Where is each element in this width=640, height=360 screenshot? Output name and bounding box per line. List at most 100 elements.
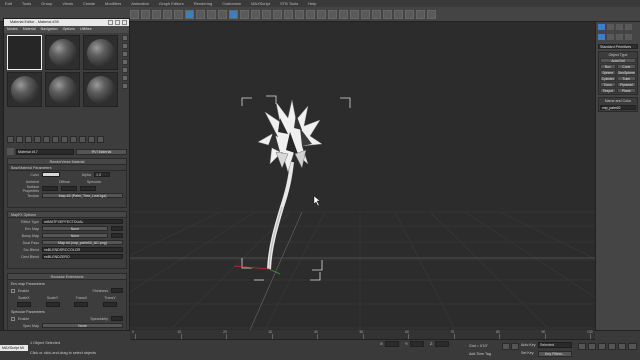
- put-to-library-icon[interactable]: [52, 136, 59, 143]
- perspective-viewport[interactable]: [130, 22, 595, 330]
- color-swatch[interactable]: [42, 172, 60, 177]
- make-preview-icon[interactable]: [122, 75, 128, 81]
- sample-slot[interactable]: [45, 72, 80, 107]
- scalex-value[interactable]: [16, 302, 31, 307]
- material-id-icon[interactable]: [61, 136, 68, 143]
- go-to-parent-icon[interactable]: [88, 136, 95, 143]
- show-map-icon[interactable]: [70, 136, 77, 143]
- transx-value[interactable]: [74, 302, 89, 307]
- menu-tools[interactable]: Tools: [17, 0, 36, 7]
- align-icon[interactable]: [350, 9, 359, 19]
- sample-slot[interactable]: [45, 35, 80, 70]
- bind-icon[interactable]: [174, 9, 183, 19]
- link-icon[interactable]: [152, 9, 161, 19]
- alpha-value[interactable]: 1.0: [94, 172, 110, 177]
- dual-pass-map-button[interactable]: Map #4 (vnp_palm02_AC.png): [42, 240, 123, 245]
- go-to-start-icon[interactable]: [578, 343, 586, 350]
- key-mode-icon[interactable]: [502, 343, 510, 350]
- name-and-color-header[interactable]: Name and Color: [600, 99, 636, 104]
- cone-button[interactable]: Cone: [616, 64, 636, 69]
- x-coord-field[interactable]: [385, 341, 399, 347]
- bump-map-button[interactable]: None: [42, 233, 108, 238]
- hierarchy-tab-icon[interactable]: [616, 24, 623, 30]
- material-editor-icon[interactable]: [394, 9, 403, 19]
- box-button[interactable]: Box: [600, 64, 616, 69]
- menu-animation[interactable]: Animation: [126, 0, 154, 7]
- modify-tab-icon[interactable]: [607, 24, 614, 30]
- named-sel-icon[interactable]: [328, 9, 337, 19]
- enable-checkbox[interactable]: [11, 288, 15, 293]
- dest-blend-dropdown[interactable]: rwBLENDZERO: [42, 254, 123, 259]
- go-forward-icon[interactable]: [97, 136, 104, 143]
- geosphere-button[interactable]: GeoSphere: [616, 70, 636, 75]
- set-key-icon[interactable]: [511, 343, 519, 350]
- background-icon[interactable]: [122, 51, 128, 57]
- minimize-icon[interactable]: [108, 20, 113, 25]
- set-key-button[interactable]: Set Key: [521, 351, 534, 355]
- uv-tiling-icon[interactable]: [122, 59, 128, 65]
- move-icon[interactable]: [229, 9, 238, 19]
- next-frame-icon[interactable]: [608, 343, 616, 350]
- menu-graph-editors[interactable]: Graph Editors: [154, 0, 189, 7]
- select-icon[interactable]: [185, 9, 194, 19]
- previous-frame-icon[interactable]: [588, 343, 596, 350]
- unlink-icon[interactable]: [163, 9, 172, 19]
- texture-map-button[interactable]: Map #2 (Palm_Tree_Leaf.tga): [42, 193, 123, 198]
- backlight-icon[interactable]: [122, 43, 128, 49]
- close-icon[interactable]: [122, 20, 127, 25]
- pyramid-button[interactable]: Pyramid: [616, 82, 636, 87]
- cameras-icon[interactable]: [625, 34, 632, 40]
- schematic-icon[interactable]: [383, 9, 392, 19]
- effect-dropdown[interactable]: mtMATFXEFFECTDUAL: [42, 219, 123, 224]
- specularity-value[interactable]: [111, 316, 123, 321]
- menu-stb-tools[interactable]: STB Tools: [275, 0, 303, 7]
- maxscript-listener[interactable]: MAXScript Mi: [0, 345, 28, 351]
- menu-material[interactable]: Material: [23, 26, 36, 33]
- put-to-scene-icon[interactable]: [16, 136, 23, 143]
- cylinder-button[interactable]: Cylinder: [600, 76, 616, 81]
- motion-tab-icon[interactable]: [625, 24, 632, 30]
- add-time-tag[interactable]: Add Time Tag: [469, 352, 491, 356]
- env-map-amount[interactable]: [111, 226, 123, 231]
- menu-help[interactable]: Help: [303, 0, 321, 7]
- rotate-icon[interactable]: [240, 9, 249, 19]
- sample-slot-active[interactable]: [7, 35, 42, 70]
- material-name-field[interactable]: Material #17: [16, 148, 74, 155]
- ref-coord-icon[interactable]: [262, 9, 271, 19]
- rect-select-icon[interactable]: [207, 9, 216, 19]
- render-icon[interactable]: [427, 9, 436, 19]
- video-check-icon[interactable]: [122, 67, 128, 73]
- select-by-name-icon[interactable]: [196, 9, 205, 19]
- menu-maxscript[interactable]: MAXScript: [246, 0, 275, 7]
- z-coord-field[interactable]: [435, 341, 449, 347]
- scale-icon[interactable]: [251, 9, 260, 19]
- menu-modifiers[interactable]: Modifiers: [100, 0, 126, 7]
- undo-icon[interactable]: [130, 9, 139, 19]
- torus-button[interactable]: Torus: [600, 82, 616, 87]
- menu-utilities[interactable]: Utilities: [80, 26, 92, 33]
- teapot-button[interactable]: Teapot: [600, 88, 616, 93]
- material-editor-titlebar[interactable]: Material Editor - Material #39: [4, 19, 129, 26]
- spec-enable-checkbox[interactable]: [11, 316, 15, 321]
- menu-views[interactable]: Views: [57, 0, 78, 7]
- transform-gizmo[interactable]: [233, 265, 281, 275]
- menu-edit[interactable]: Edit: [0, 0, 17, 7]
- redo-icon[interactable]: [141, 9, 150, 19]
- auto-key-button[interactable]: Auto Key: [521, 343, 536, 347]
- sample-slot[interactable]: [83, 72, 118, 107]
- menu-rendering[interactable]: Rendering: [189, 0, 217, 7]
- time-config-icon[interactable]: [628, 343, 637, 350]
- spec-map-button[interactable]: None: [42, 323, 123, 328]
- autogrid-checkbox[interactable]: AutoGrid: [600, 58, 636, 63]
- geometry-icon[interactable]: [598, 34, 605, 40]
- menu-group[interactable]: Group: [36, 0, 57, 7]
- window-crossing-icon[interactable]: [218, 9, 227, 19]
- time-slider[interactable]: 0 10 20 30 40 50 60 70 80 90 100: [130, 330, 595, 340]
- lights-icon[interactable]: [616, 34, 623, 40]
- pivot-icon[interactable]: [273, 9, 282, 19]
- object-name-field[interactable]: vnp_palm02: [600, 105, 636, 110]
- maximize-icon[interactable]: [115, 20, 120, 25]
- layer-icon[interactable]: [361, 9, 370, 19]
- menu-create[interactable]: Create: [78, 0, 100, 7]
- sphere-button[interactable]: Sphere: [600, 70, 616, 75]
